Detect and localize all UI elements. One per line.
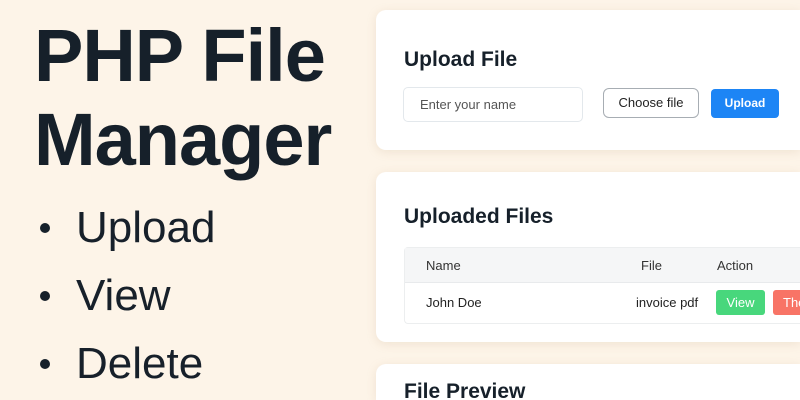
delete-button[interactable]: The bbox=[773, 290, 800, 315]
upload-card: Upload File Enter your name Choose file … bbox=[376, 10, 800, 150]
file-preview-card: File Preview bbox=[376, 364, 800, 400]
bullet-icon bbox=[40, 359, 50, 369]
column-file: File bbox=[641, 258, 662, 273]
column-name: Name bbox=[426, 258, 461, 273]
bullet-icon bbox=[40, 291, 50, 301]
feature-item: Upload bbox=[34, 194, 331, 262]
table-row: John Doe invoice pdf View The bbox=[405, 283, 800, 323]
file-owner: John Doe bbox=[426, 295, 482, 310]
uploaded-files-title: Uploaded Files bbox=[404, 205, 554, 228]
file-name: invoice pdf bbox=[636, 295, 699, 310]
table-header: Name File Action bbox=[405, 248, 800, 283]
upload-card-title: Upload File bbox=[404, 48, 518, 71]
bullet-icon bbox=[40, 223, 50, 233]
view-button[interactable]: View bbox=[716, 290, 765, 315]
name-input[interactable]: Enter your name bbox=[403, 87, 583, 122]
feature-item: Delete bbox=[34, 330, 331, 398]
uploaded-files-card: Uploaded Files Name File Action John Doe… bbox=[376, 172, 800, 342]
feature-list: Upload View Delete bbox=[34, 194, 331, 398]
feature-item: View bbox=[34, 262, 331, 330]
hero-title: PHP File Manager bbox=[34, 14, 332, 181]
hero: PHP File Manager Upload View Delete bbox=[34, 14, 332, 398]
file-preview-title: File Preview bbox=[404, 380, 526, 400]
files-table: Name File Action John Doe invoice pdf Vi… bbox=[404, 247, 800, 324]
column-action: Action bbox=[717, 258, 754, 273]
upload-button[interactable]: Upload bbox=[711, 89, 779, 118]
choose-file-button[interactable]: Choose file bbox=[603, 88, 699, 118]
